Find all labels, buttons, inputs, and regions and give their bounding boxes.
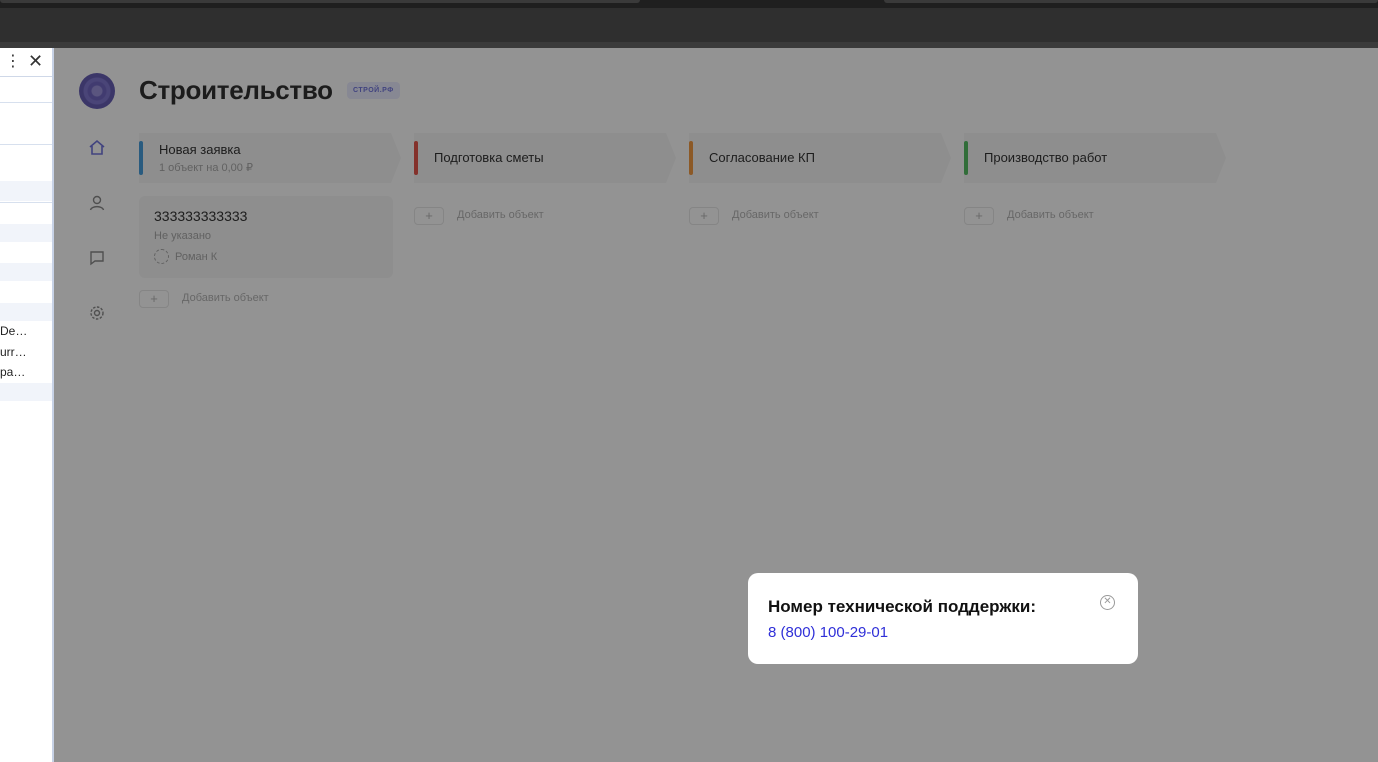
panel-item-text[interactable]: DeX… [0,324,30,338]
panel-row[interactable] [0,224,52,242]
browser-tabstrip [0,0,1378,8]
support-popup: Номер технической поддержки: 8 (800) 100… [748,573,1138,664]
panel-item-text[interactable]: pan… [0,365,30,379]
panel-divider [0,102,52,103]
panel-row[interactable] [0,383,52,401]
panel-row[interactable] [0,181,52,201]
popup-title: Номер технической поддержки: [768,597,1036,616]
close-icon[interactable]: ✕ [1100,595,1115,610]
support-phone-link[interactable]: 8 (800) 100-29-01 [768,624,888,641]
devtools-panel: ⋮ ✕ DeX… urre… pan… [0,48,54,762]
more-options-icon[interactable]: ⋮ [5,52,21,72]
close-icon[interactable]: ✕ [28,51,43,71]
panel-header: ⋮ ✕ [0,48,52,77]
browser-toolbar [0,8,1378,42]
modal-overlay[interactable] [54,48,1378,762]
panel-item-text[interactable]: urre… [0,345,30,359]
browser-tab[interactable] [0,0,640,3]
browser-tab[interactable] [884,0,1378,3]
panel-divider [0,144,52,145]
panel-row[interactable] [0,303,52,321]
panel-row[interactable] [0,263,52,281]
panel-divider [0,202,52,203]
